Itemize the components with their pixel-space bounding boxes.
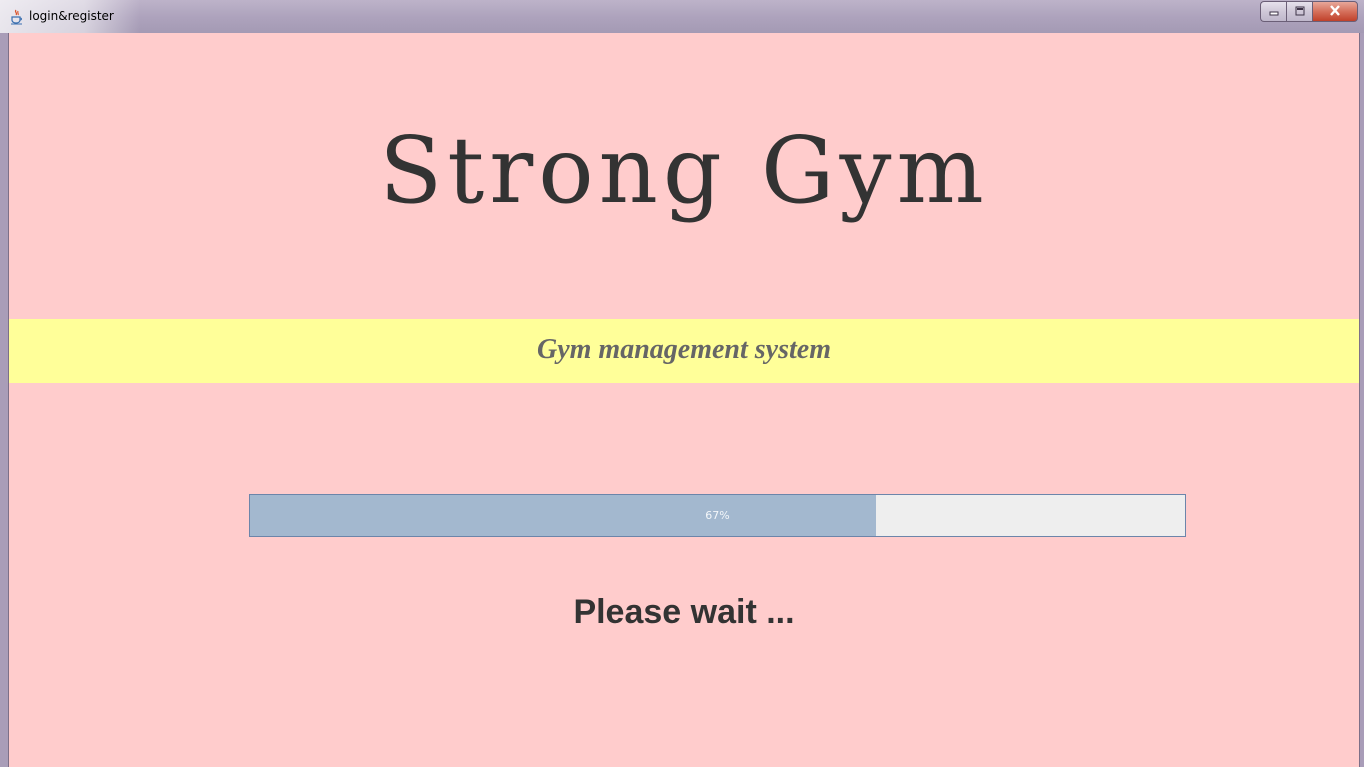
status-message: Please wait ... [573, 593, 795, 631]
progress-percent-label: 67% [705, 509, 730, 522]
window-title: login&register [29, 9, 114, 23]
subtitle-banner: Gym management system [9, 319, 1359, 383]
maximize-icon [1295, 3, 1305, 21]
subtitle-text: Gym management system [537, 334, 831, 365]
application-window: login&register Strong Gym Gym management… [0, 0, 1364, 767]
loading-progress-bar: 67% [249, 494, 1186, 537]
window-controls [1260, 1, 1358, 22]
close-button[interactable] [1312, 1, 1358, 22]
brand-title: Strong Gym [379, 117, 989, 224]
java-app-icon[interactable] [10, 9, 24, 25]
minimize-button[interactable] [1260, 1, 1286, 22]
close-icon [1329, 3, 1341, 21]
maximize-button[interactable] [1286, 1, 1312, 22]
title-bar[interactable]: login&register [0, 0, 1364, 33]
minimize-icon [1269, 3, 1279, 21]
splash-panel: Strong Gym Gym management system 67% Ple… [8, 33, 1360, 767]
